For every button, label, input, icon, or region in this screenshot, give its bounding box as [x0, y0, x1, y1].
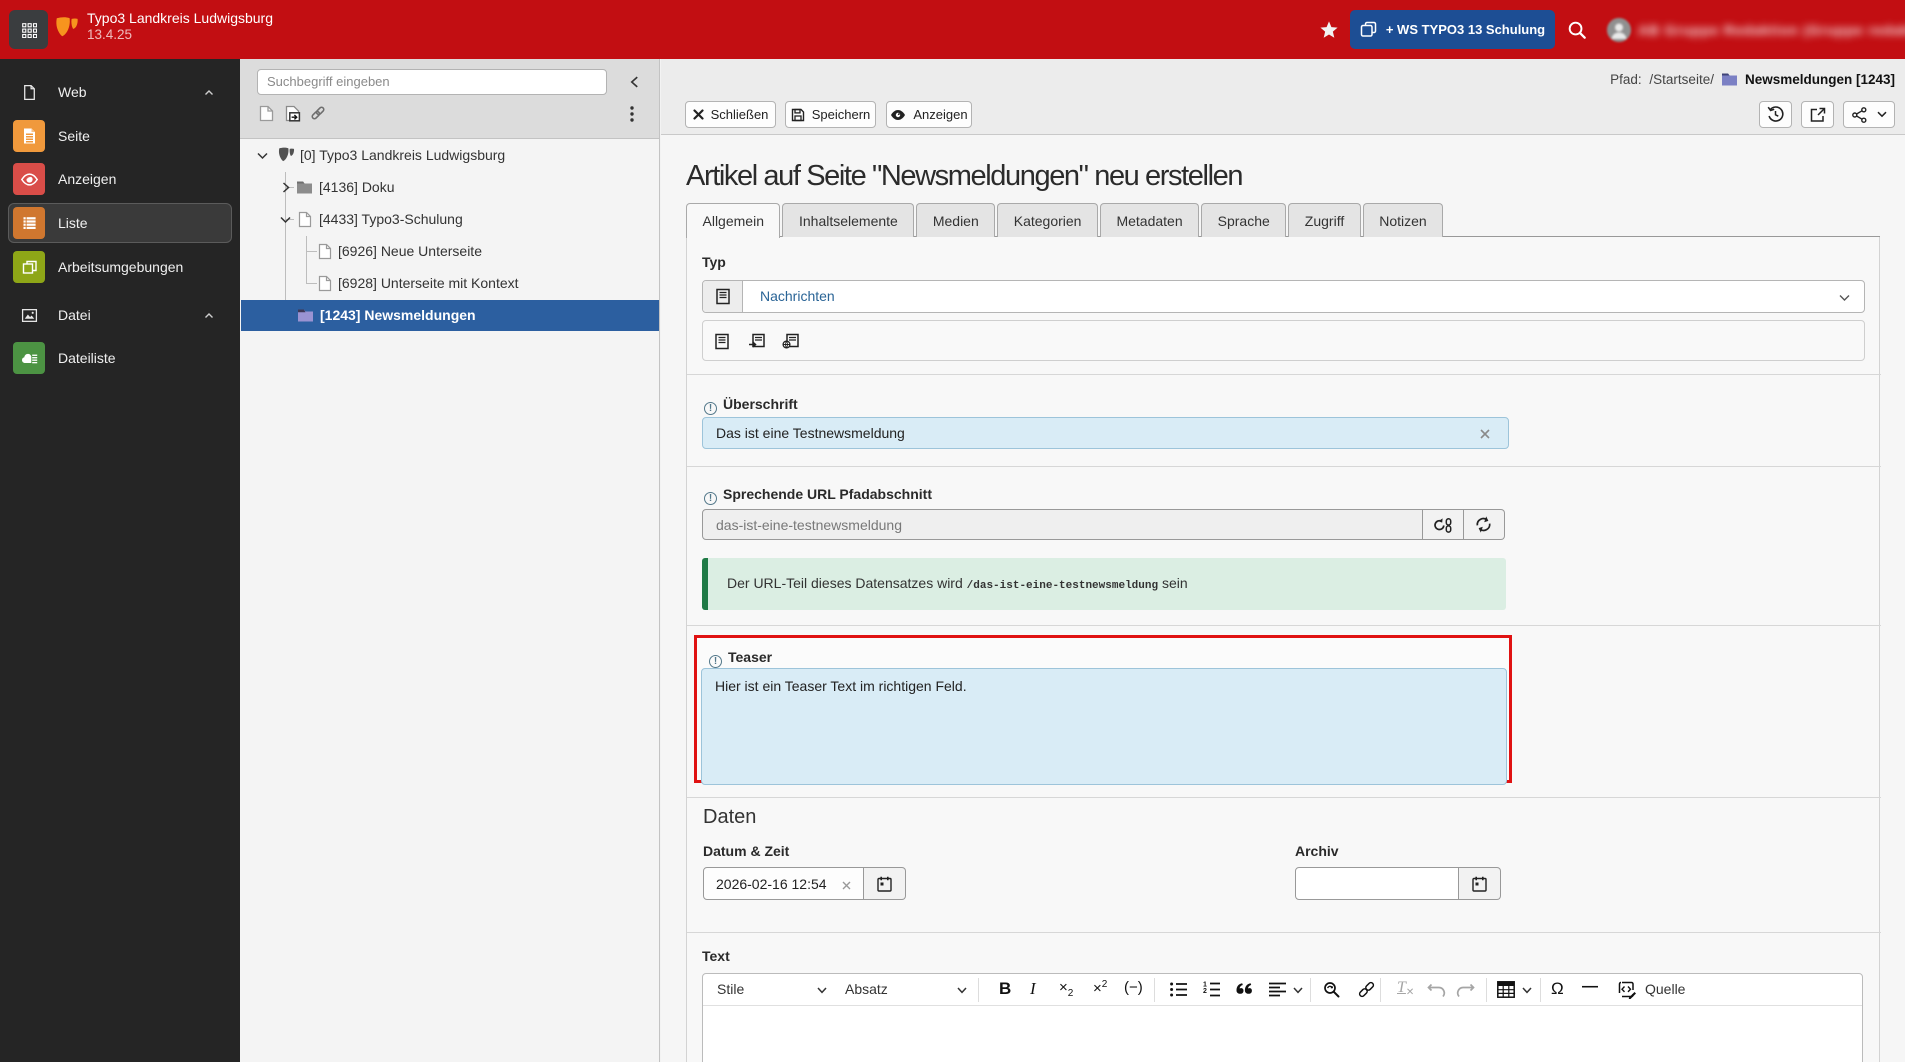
svg-text:2: 2	[1203, 988, 1207, 995]
